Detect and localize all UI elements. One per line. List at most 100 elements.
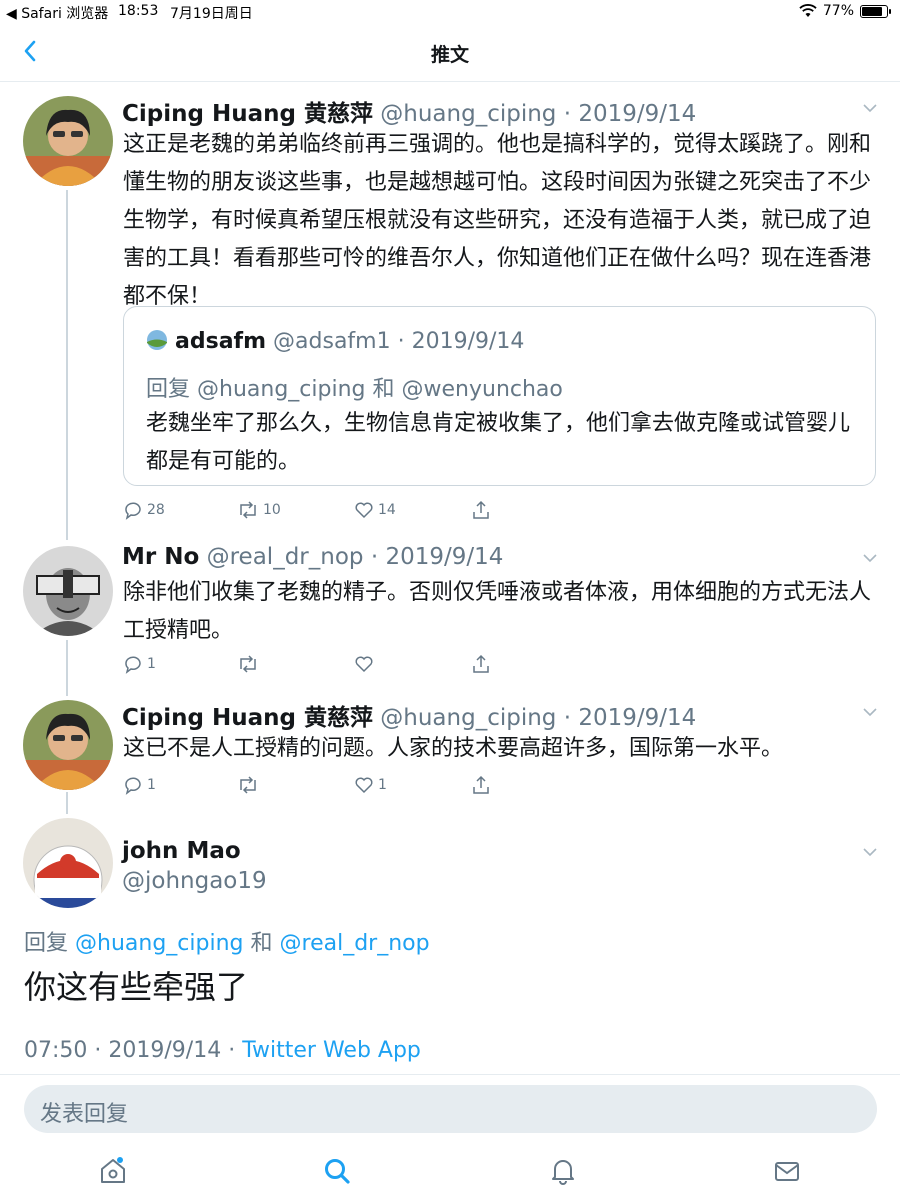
separator: · bbox=[370, 544, 379, 570]
quote-author-handle[interactable]: @adsafm1 bbox=[273, 329, 391, 354]
thread-line bbox=[66, 792, 68, 814]
share-button[interactable] bbox=[471, 654, 491, 674]
reply-prefix: 回复 bbox=[24, 931, 69, 956]
main-reply-context: 回复 @huang_ciping 和 @real_dr_nop bbox=[24, 925, 430, 957]
retweet-icon bbox=[240, 776, 256, 794]
avatar[interactable] bbox=[23, 818, 113, 908]
reply-button[interactable]: 1 bbox=[123, 775, 156, 795]
retweet-button[interactable]: 10 bbox=[237, 500, 281, 520]
like-button[interactable]: 1 bbox=[354, 775, 387, 795]
status-time: 18:53 bbox=[118, 3, 159, 19]
avatar[interactable] bbox=[23, 546, 113, 636]
tweet-header: Ciping Huang 黄慈萍 @huang_ciping · 2019/9/… bbox=[122, 94, 696, 128]
tweet-header: Ciping Huang 黄慈萍 @huang_ciping · 2019/9/… bbox=[122, 698, 696, 732]
quote-author-name[interactable]: adsafm bbox=[175, 329, 266, 354]
main-tweet-text: 你这有些牵强了 bbox=[24, 968, 249, 1006]
retweet-button[interactable] bbox=[237, 654, 263, 674]
tweet-date[interactable]: 2019/9/14 bbox=[385, 544, 503, 570]
status-bar: ◀ Safari 浏览器 18:53 7月19日周日 77% bbox=[0, 0, 900, 24]
author-name[interactable]: Mr No bbox=[122, 544, 199, 570]
like-count: 14 bbox=[378, 502, 396, 518]
chevron-down-icon[interactable] bbox=[862, 844, 878, 860]
tweet-time: 07:50 bbox=[24, 1038, 88, 1063]
tweet-date[interactable]: 2019/9/14 bbox=[578, 705, 696, 731]
reply-and: 和 bbox=[372, 377, 395, 402]
source-link[interactable]: Twitter Web App bbox=[242, 1038, 421, 1063]
like-button[interactable] bbox=[354, 654, 378, 674]
author-handle[interactable]: @huang_ciping bbox=[380, 101, 556, 127]
thread-line bbox=[66, 190, 68, 540]
thread-line bbox=[66, 640, 68, 696]
nav-bar: 推文 bbox=[0, 24, 900, 82]
home-icon[interactable] bbox=[98, 1156, 128, 1186]
retweet-button[interactable] bbox=[237, 775, 263, 795]
tab-bar bbox=[0, 1144, 900, 1200]
separator: · bbox=[228, 1038, 236, 1063]
quoted-tweet[interactable]: adsafm @adsafm1 · 2019/9/14 回复 @huang_ci… bbox=[123, 306, 876, 486]
author-handle[interactable]: @real_dr_nop bbox=[207, 544, 364, 570]
battery-icon bbox=[860, 4, 891, 18]
chevron-down-icon[interactable] bbox=[862, 550, 878, 566]
avatar[interactable] bbox=[23, 700, 113, 790]
tweet-actions: 1 1 bbox=[123, 775, 503, 805]
reply-mention[interactable]: @real_dr_nop bbox=[280, 931, 430, 956]
like-count: 1 bbox=[378, 777, 387, 793]
heart-icon bbox=[355, 656, 373, 673]
quote-header: adsafm @adsafm1 · 2019/9/14 bbox=[146, 329, 524, 354]
retweet-count: 10 bbox=[263, 502, 281, 518]
retweet-icon bbox=[240, 655, 256, 673]
notifications-bell-icon[interactable] bbox=[548, 1156, 578, 1186]
quote-date: 2019/9/14 bbox=[411, 329, 525, 354]
tweet-text: 这已不是人工授精的问题。人家的技术要高超许多，国际第一水平。 bbox=[123, 736, 784, 761]
status-right: 77% bbox=[799, 3, 891, 19]
page-title: 推文 bbox=[430, 44, 469, 66]
reply-mention[interactable]: @huang_ciping bbox=[197, 377, 365, 402]
share-button[interactable] bbox=[471, 500, 491, 520]
quote-text: 老魏坐牢了那么久，生物信息肯定被收集了，他们拿去做克隆或试管婴儿都是有可能的。 bbox=[146, 411, 851, 474]
share-icon bbox=[473, 654, 489, 673]
reply-icon bbox=[125, 777, 141, 795]
tweet-text: 这正是老魏的弟弟临终前再三强调的。他也是搞科学的，觉得太蹊跷了。刚和懂生物的朋友… bbox=[123, 132, 872, 309]
heart-icon bbox=[355, 502, 373, 519]
reply-mention[interactable]: @huang_ciping bbox=[75, 931, 243, 956]
messages-envelope-icon[interactable] bbox=[772, 1156, 802, 1186]
status-date: 7月19日周日 bbox=[170, 6, 253, 22]
reply-button[interactable]: 1 bbox=[123, 654, 156, 674]
reply-icon bbox=[125, 656, 141, 674]
avatar[interactable] bbox=[23, 96, 113, 186]
tweet-date[interactable]: 2019/9/14 bbox=[578, 101, 696, 127]
like-button[interactable]: 14 bbox=[354, 500, 396, 520]
divider bbox=[0, 1074, 900, 1075]
reply-count: 1 bbox=[147, 777, 156, 793]
share-button[interactable] bbox=[471, 775, 491, 795]
tweet-header: Mr No @real_dr_nop · 2019/9/14 bbox=[122, 544, 503, 570]
reply-mention[interactable]: @wenyunchao bbox=[402, 377, 563, 402]
reply-count: 28 bbox=[147, 502, 165, 518]
tweet-actions: 28 10 14 bbox=[123, 500, 503, 530]
share-icon bbox=[473, 500, 489, 519]
reply-button[interactable]: 28 bbox=[123, 500, 165, 520]
separator: · bbox=[94, 1038, 102, 1063]
wifi-icon bbox=[799, 4, 817, 17]
author-name[interactable]: Ciping Huang 黄慈萍 bbox=[122, 101, 373, 127]
quote-reply-context: 回复 @huang_ciping 和 @wenyunchao bbox=[146, 371, 563, 403]
search-icon[interactable] bbox=[322, 1156, 352, 1186]
reply-compose-field[interactable]: 发表回复 bbox=[24, 1085, 877, 1133]
author-name[interactable]: Ciping Huang 黄慈萍 bbox=[122, 705, 373, 731]
main-author-name[interactable]: john Mao bbox=[122, 838, 241, 864]
separator: · bbox=[563, 101, 572, 127]
reply-prefix: 回复 bbox=[146, 377, 191, 402]
main-author-handle[interactable]: @johngao19 bbox=[122, 868, 267, 894]
separator: · bbox=[397, 329, 405, 354]
author-handle[interactable]: @huang_ciping bbox=[380, 705, 556, 731]
separator: · bbox=[563, 705, 572, 731]
back-to-safari[interactable]: ◀ Safari 浏览器 bbox=[6, 3, 108, 23]
chevron-down-icon[interactable] bbox=[862, 100, 878, 116]
share-icon bbox=[473, 775, 489, 794]
tweet-actions: 1 bbox=[123, 654, 503, 684]
reply-icon bbox=[125, 502, 141, 520]
tweet-date: 2019/9/14 bbox=[108, 1038, 222, 1063]
main-tweet-meta: 07:50 · 2019/9/14 · Twitter Web App bbox=[24, 1038, 421, 1063]
battery-percent: 77% bbox=[822, 3, 854, 19]
chevron-down-icon[interactable] bbox=[862, 704, 878, 720]
